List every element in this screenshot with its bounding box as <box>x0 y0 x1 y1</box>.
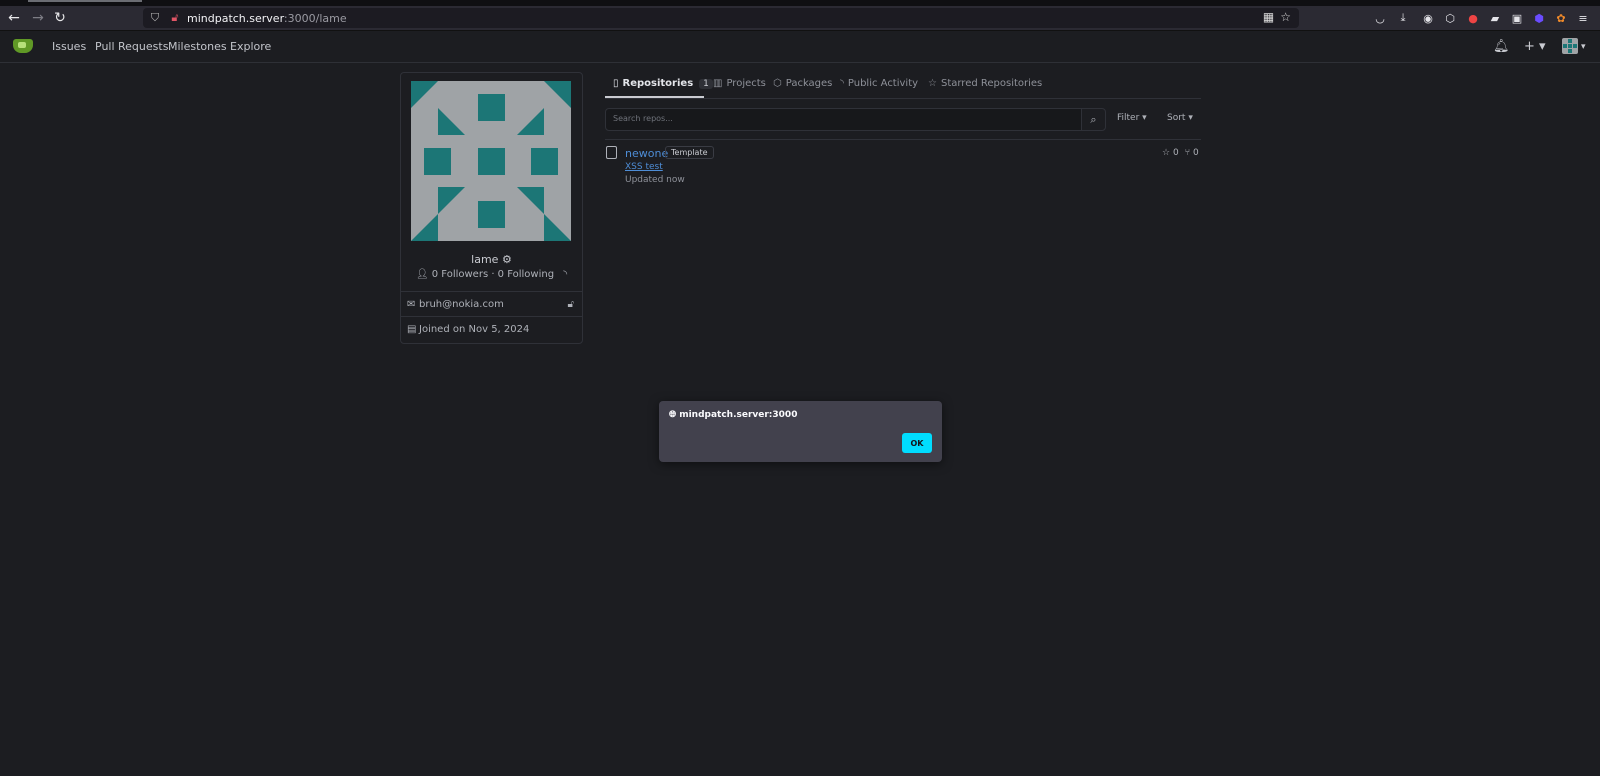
star-icon: ☆ <box>928 78 937 89</box>
settings-gear-icon[interactable]: ⚙ <box>502 253 512 266</box>
person-icon: 👤︎ <box>415 269 429 280</box>
fork-icon: ⑂ <box>1184 148 1191 158</box>
profile-joined: Joined on Nov 5, 2024 <box>419 323 530 335</box>
app-navbar: Issues Pull Requests Milestones Explore … <box>0 31 1600 63</box>
menu-icon[interactable]: ≡ <box>1575 10 1591 26</box>
tab-repositories[interactable]: ▯ Repositories 1 <box>613 78 713 89</box>
repo-forks-count: 0 <box>1192 148 1199 158</box>
active-tab-underline <box>605 96 704 98</box>
filter-dropdown[interactable]: Filter ▾ <box>1117 113 1147 123</box>
sort-dropdown[interactable]: Sort ▾ <box>1167 113 1193 123</box>
profile-username: lame <box>471 253 499 266</box>
tab-packages[interactable]: ⬡ Packages <box>773 78 832 89</box>
url-text: mindpatch.server:3000/lame <box>187 12 347 25</box>
tab-public-activity[interactable]: ◝ Public Activity <box>840 78 918 89</box>
follow-stats-row: 👤︎ 0 Followers · 0 Following ◝ <box>401 269 582 280</box>
search-button[interactable]: ⌕ <box>1081 108 1106 131</box>
star-icon: ☆ <box>1162 148 1171 158</box>
profile-avatar[interactable] <box>411 81 571 241</box>
globe-icon: 🌐︎ <box>669 410 677 420</box>
pocket-icon[interactable]: ◡ <box>1372 10 1388 26</box>
search-repos-input[interactable] <box>606 109 1080 128</box>
gitea-logo-icon[interactable] <box>13 39 33 53</box>
ublock-icon[interactable]: ● <box>1465 10 1481 26</box>
tab-packages-label: Packages <box>785 78 833 89</box>
back-icon[interactable]: ← <box>4 8 24 28</box>
account-icon[interactable]: ◉ <box>1420 10 1436 26</box>
search-repos-box <box>605 108 1082 131</box>
dialog-origin: mindpatch.server:3000 <box>679 410 798 420</box>
profile-card: lame ⚙ 👤︎ 0 Followers · 0 Following ◝ ✉ … <box>400 72 583 344</box>
identicon <box>411 81 571 241</box>
unlock-icon: 🔓︎ <box>567 298 574 310</box>
insecure-lock-icon[interactable]: 🔓︎ <box>167 10 183 26</box>
project-icon: ▥ <box>713 78 723 89</box>
email-row: ✉ bruh@nokia.com 🔓︎ <box>401 291 582 316</box>
dialog-title: 🌐︎ mindpatch.server:3000 <box>669 410 797 420</box>
repo-stats: ☆ 0 ⑂ 0 <box>1162 148 1199 158</box>
repo-description[interactable]: XSS test <box>625 162 663 172</box>
follow-stats[interactable]: 0 Followers · 0 Following <box>432 269 554 280</box>
tab-projects-label: Projects <box>726 78 766 89</box>
repo-forks[interactable]: ⑂ 0 <box>1185 148 1199 158</box>
nav-milestones[interactable]: Milestones <box>168 40 227 53</box>
downloads-icon[interactable]: ⤓ <box>1395 10 1411 26</box>
extension-2-icon[interactable]: ▰ <box>1487 10 1503 26</box>
extension-4-icon[interactable]: ✿ <box>1553 10 1569 26</box>
user-avatar-menu[interactable] <box>1562 38 1578 54</box>
repo-name-link[interactable]: newone <box>625 147 668 160</box>
tab-repositories-label: Repositories <box>622 78 694 89</box>
profile-email[interactable]: bruh@nokia.com <box>419 299 504 310</box>
tab-starred-label: Starred Repositories <box>940 78 1043 89</box>
reload-icon[interactable]: ↻ <box>50 8 70 28</box>
repo-tab-icon: ▯ <box>613 78 619 89</box>
browser-toolbar: ← → ↻ ⛉ 🔓︎ mindpatch.server:3000/lame ▦ … <box>0 6 1600 31</box>
address-bar[interactable]: ⛉ 🔓︎ mindpatch.server:3000/lame ▦ ☆ <box>143 8 1299 28</box>
repo-template-icon <box>606 146 617 159</box>
shield-icon[interactable]: ⛉ <box>147 10 163 26</box>
sort-label: Sort <box>1167 113 1186 123</box>
divider <box>605 139 1201 140</box>
alert-dialog: 🌐︎ mindpatch.server:3000 OK <box>659 401 942 462</box>
tab-projects[interactable]: ▥ Projects <box>713 78 766 89</box>
extensions-grid-icon[interactable]: ▣ <box>1509 10 1525 26</box>
rss-icon: ◝ <box>840 78 844 89</box>
tab-public-activity-label: Public Activity <box>847 78 919 89</box>
nav-issues[interactable]: Issues <box>52 40 86 53</box>
active-tab-indicator[interactable] <box>28 0 142 2</box>
tab-repositories-count: 1 <box>699 78 713 89</box>
extension-icon[interactable]: ⬡ <box>1442 10 1458 26</box>
qr-code-icon[interactable]: ▦ <box>1263 10 1274 24</box>
template-badge: Template <box>665 146 714 159</box>
package-icon: ⬡ <box>773 78 782 89</box>
repo-updated: Updated now <box>625 175 685 185</box>
repo-stars-count: 0 <box>1172 148 1179 158</box>
tab-starred-repositories[interactable]: ☆ Starred Repositories <box>928 78 1042 89</box>
profile-username-row: lame ⚙ <box>401 253 582 266</box>
ok-button[interactable]: OK <box>902 433 932 453</box>
create-plus-icon[interactable]: + ▾ <box>1524 39 1546 54</box>
rss-feed-icon[interactable]: ◝ <box>563 269 567 280</box>
mail-icon: ✉ <box>407 298 416 310</box>
extension-3-icon[interactable]: ⬢ <box>1531 10 1547 26</box>
nav-explore[interactable]: Explore <box>230 40 271 53</box>
calendar-icon: ▤ <box>407 323 417 335</box>
bell-icon[interactable]: 🔔︎ <box>1493 39 1510 54</box>
bookmark-star-icon[interactable]: ☆ <box>1280 10 1291 24</box>
forward-icon[interactable]: → <box>28 8 48 28</box>
repo-stars[interactable]: ☆ 0 <box>1162 148 1179 158</box>
search-icon: ⌕ <box>1090 112 1097 126</box>
url-host: mindpatch.server <box>187 11 284 25</box>
joined-row: ▤ Joined on Nov 5, 2024 <box>401 316 582 341</box>
nav-pull-requests[interactable]: Pull Requests <box>95 40 168 53</box>
url-path: :3000/lame <box>283 11 347 25</box>
filter-label: Filter <box>1117 113 1140 123</box>
chevron-down-icon[interactable]: ▾ <box>1581 42 1586 52</box>
